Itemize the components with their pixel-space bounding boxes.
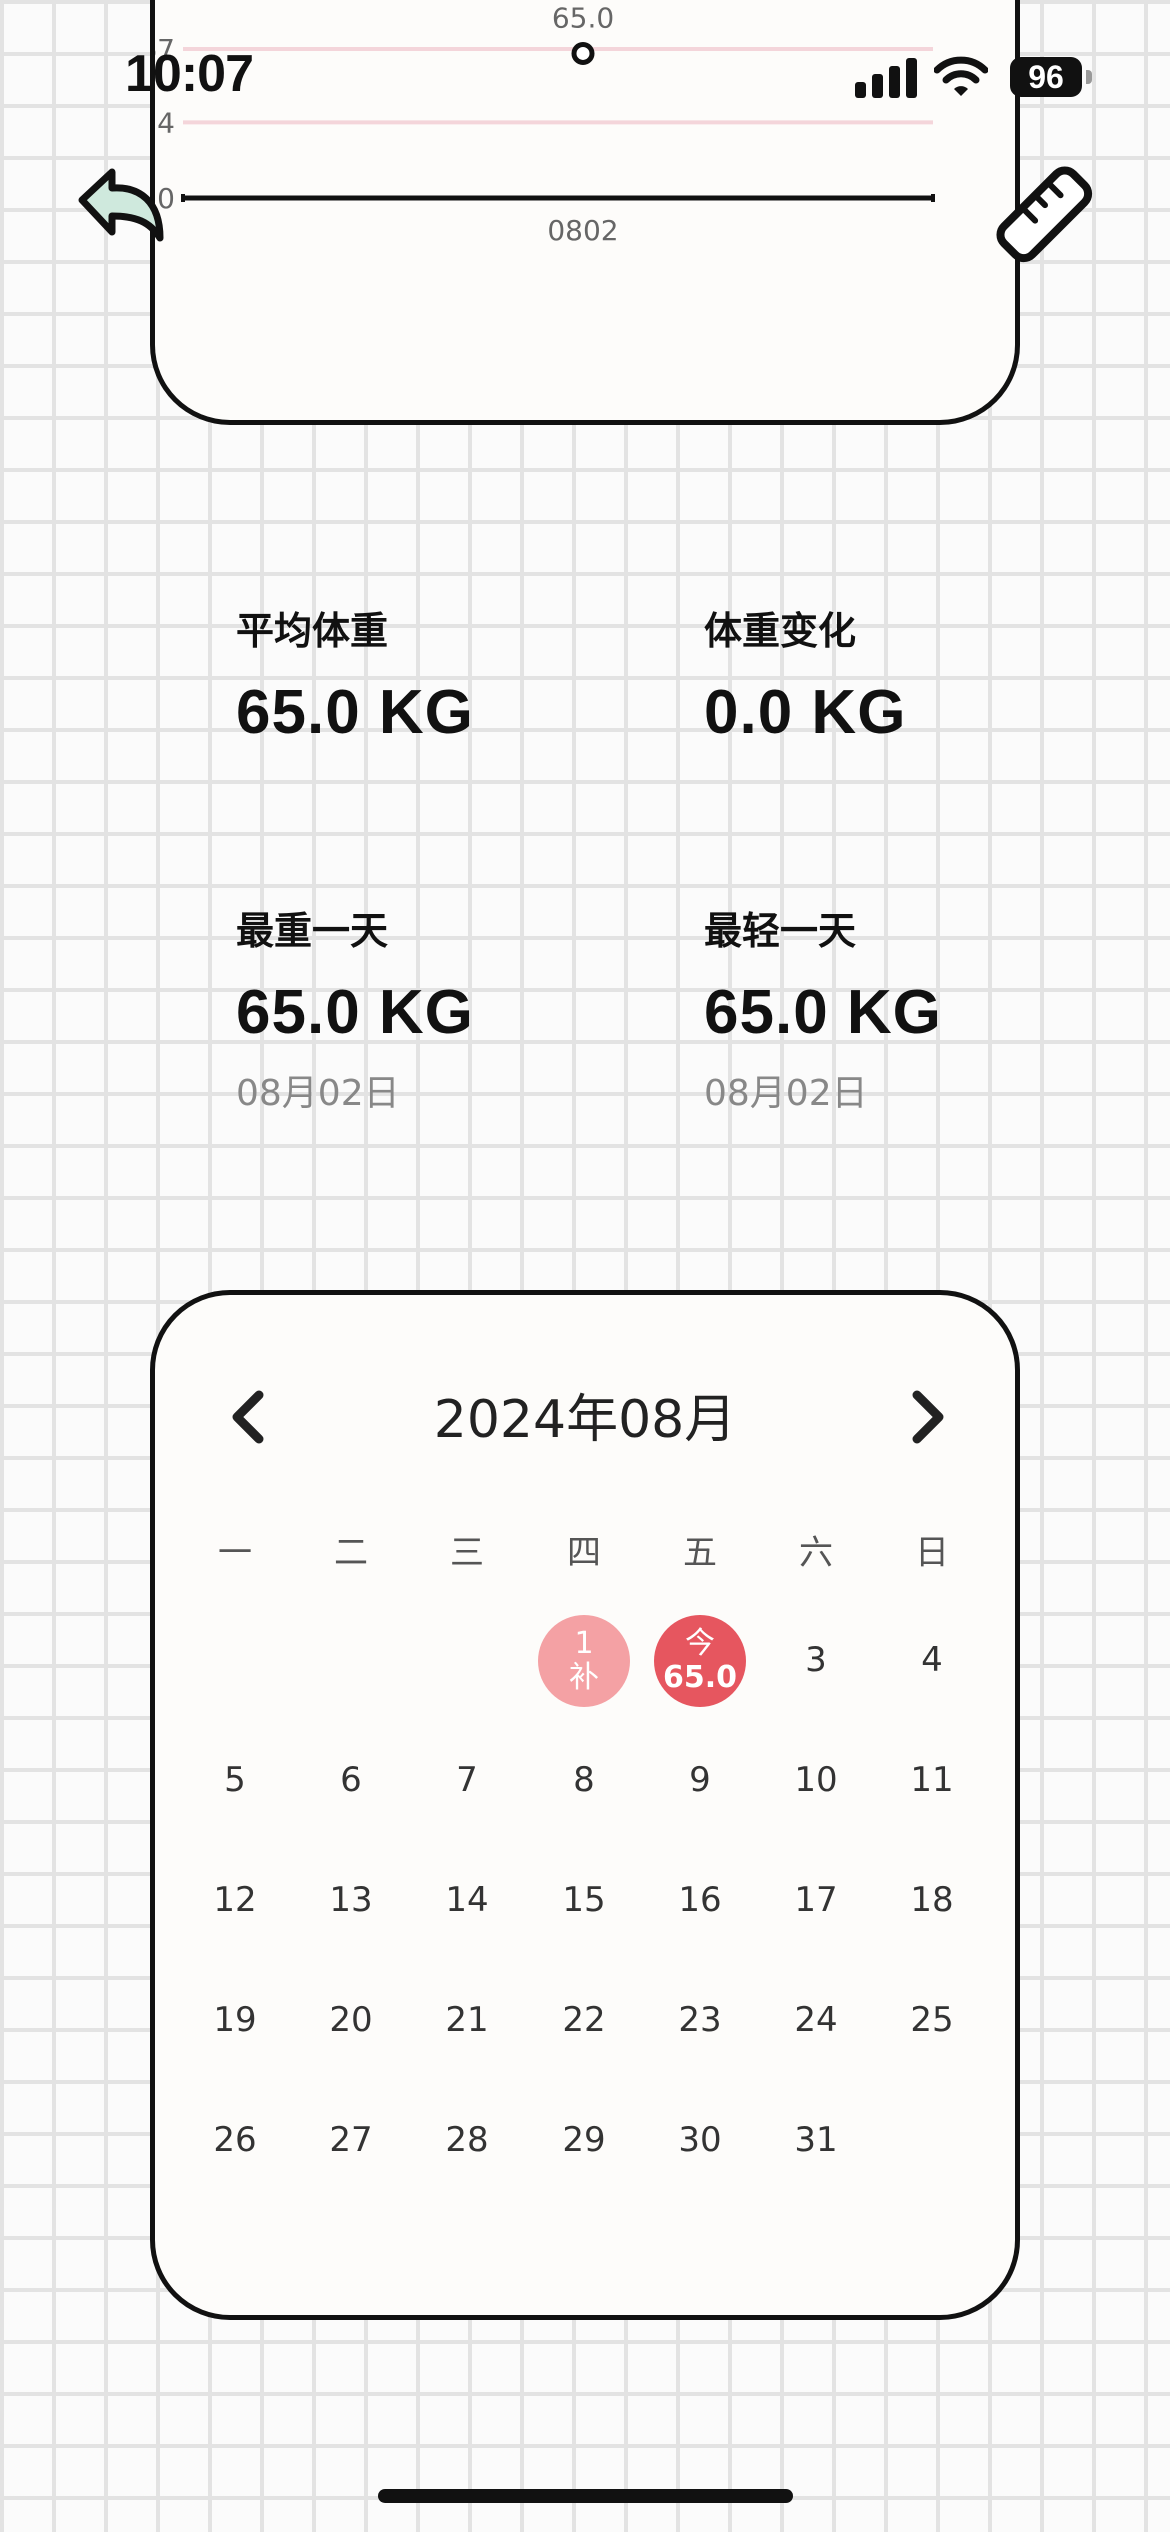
lightest-day-label: 最轻一天 bbox=[704, 909, 857, 953]
battery-level: 96 bbox=[1010, 57, 1082, 97]
calendar-day[interactable]: 23 bbox=[660, 2000, 740, 2040]
today-weight: 65.0 bbox=[662, 1660, 738, 1695]
weekday-mon: 一 bbox=[218, 1533, 252, 1573]
calendar-day[interactable]: 8 bbox=[544, 1760, 624, 1800]
calendar-day[interactable]: 27 bbox=[311, 2120, 391, 2160]
calendar-day[interactable]: 15 bbox=[544, 1880, 624, 1920]
heaviest-day-stat: 最重一天 65.0 KG 08月02日 bbox=[236, 900, 474, 1116]
calendar-day[interactable]: 20 bbox=[311, 2000, 391, 2040]
weekday-fri: 五 bbox=[683, 1533, 717, 1573]
weekday-thu: 四 bbox=[567, 1533, 601, 1573]
wifi-icon bbox=[934, 56, 988, 96]
calendar-day[interactable]: 14 bbox=[427, 1880, 507, 1920]
calendar-day-today[interactable]: 今 65.0 bbox=[654, 1615, 746, 1707]
average-weight-value: 65.0 KG bbox=[236, 678, 474, 747]
battery-icon: 96 bbox=[1010, 57, 1092, 97]
lightest-day-date: 08月02日 bbox=[704, 1073, 868, 1114]
calendar-day[interactable]: 9 bbox=[660, 1760, 740, 1800]
calendar-day[interactable]: 25 bbox=[892, 2000, 972, 2040]
heaviest-day-label: 最重一天 bbox=[236, 909, 389, 953]
heaviest-day-date: 08月02日 bbox=[236, 1073, 400, 1114]
calendar-day[interactable]: 11 bbox=[892, 1760, 972, 1800]
back-arrow-icon[interactable] bbox=[72, 160, 172, 260]
calendar-day[interactable]: 12 bbox=[195, 1880, 275, 1920]
calendar-day[interactable]: 22 bbox=[544, 2000, 624, 2040]
calendar-card: 2024年08月 一 二 三 四 五 六 日 1 补 今 65.0 34 5678… bbox=[150, 1290, 1020, 2320]
calendar-day[interactable]: 26 bbox=[195, 2120, 275, 2160]
lightest-day-stat: 最轻一天 65.0 KG 08月02日 bbox=[704, 900, 942, 1116]
weight-change-label: 体重变化 bbox=[704, 609, 857, 653]
calendar-day[interactable]: 6 bbox=[311, 1760, 391, 1800]
weekday-wed: 三 bbox=[450, 1533, 484, 1573]
calendar-day[interactable]: 4 bbox=[892, 1640, 972, 1680]
weekday-sun: 日 bbox=[915, 1533, 949, 1573]
ruler-icon[interactable] bbox=[990, 160, 1100, 270]
average-weight-stat: 平均体重 65.0 KG bbox=[236, 600, 474, 748]
calendar-day[interactable]: 19 bbox=[195, 2000, 275, 2040]
calendar-day[interactable]: 31 bbox=[776, 2120, 856, 2160]
calendar-day[interactable]: 10 bbox=[776, 1760, 856, 1800]
calendar-day[interactable]: 17 bbox=[776, 1880, 856, 1920]
calendar-day[interactable]: 13 bbox=[311, 1880, 391, 1920]
status-time: 10:07 bbox=[125, 45, 254, 103]
home-indicator bbox=[378, 2489, 793, 2503]
day-1-note: 补 bbox=[569, 1660, 599, 1695]
cellular-signal-icon bbox=[855, 58, 917, 98]
calendar-day[interactable]: 7 bbox=[427, 1760, 507, 1800]
calendar-day[interactable]: 3 bbox=[776, 1640, 856, 1680]
weekday-sat: 六 bbox=[799, 1533, 833, 1573]
calendar-day[interactable]: 18 bbox=[892, 1880, 972, 1920]
lightest-day-value: 65.0 KG bbox=[704, 978, 942, 1047]
x-tick-label: 0802 bbox=[547, 214, 618, 247]
calendar-day[interactable]: 29 bbox=[544, 2120, 624, 2160]
day-1-number: 1 bbox=[574, 1626, 594, 1661]
weight-change-stat: 体重变化 0.0 KG bbox=[704, 600, 906, 748]
chevron-right-icon[interactable] bbox=[903, 1387, 953, 1447]
calendar-day[interactable]: 30 bbox=[660, 2120, 740, 2160]
calendar-day[interactable]: 28 bbox=[427, 2120, 507, 2160]
status-bar: 10:07 96 bbox=[0, 0, 1170, 150]
calendar-day[interactable]: 5 bbox=[195, 1760, 275, 1800]
weight-change-value: 0.0 KG bbox=[704, 678, 907, 747]
weekday-tue: 二 bbox=[334, 1533, 368, 1573]
calendar-day[interactable]: 21 bbox=[427, 2000, 507, 2040]
calendar-day[interactable]: 24 bbox=[776, 2000, 856, 2040]
average-weight-label: 平均体重 bbox=[236, 609, 389, 653]
calendar-day-1-marked[interactable]: 1 补 bbox=[538, 1615, 630, 1707]
heaviest-day-value: 65.0 KG bbox=[236, 978, 474, 1047]
today-marker: 今 bbox=[685, 1626, 715, 1661]
calendar-day[interactable]: 16 bbox=[660, 1880, 740, 1920]
calendar-month-title: 2024年08月 bbox=[433, 1390, 737, 1450]
